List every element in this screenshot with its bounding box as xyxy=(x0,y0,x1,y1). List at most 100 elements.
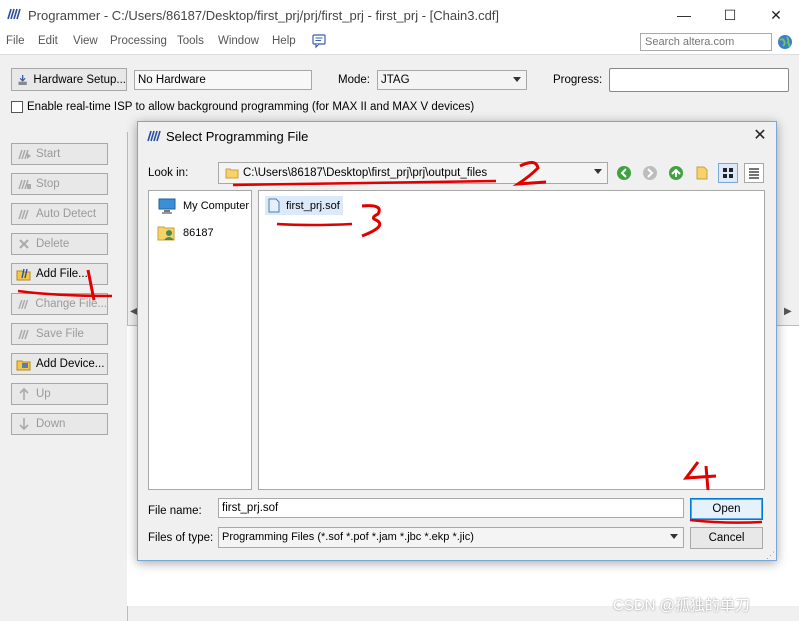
computer-icon xyxy=(158,198,176,214)
place-label: 86187 xyxy=(183,227,214,239)
save-file-icon xyxy=(18,329,29,340)
file-name-input[interactable] xyxy=(218,498,684,518)
change-file-label: Change File... xyxy=(35,298,107,310)
file-type-select[interactable]: Programming Files (*.sof *.pof *.jam *.j… xyxy=(218,527,684,548)
add-device-icon xyxy=(16,360,31,371)
change-file-icon xyxy=(18,299,29,310)
look-in-combo[interactable]: C:\Users\86187\Desktop\first_prj\prj\out… xyxy=(218,162,608,184)
down-label: Down xyxy=(36,418,66,430)
save-file-button[interactable]: Save File xyxy=(11,323,108,345)
minimize-button[interactable]: — xyxy=(661,0,707,30)
details-view-icon xyxy=(749,168,759,179)
grid-view-icon xyxy=(723,168,733,178)
place-my-computer[interactable]: My Computer xyxy=(157,197,249,215)
resize-grip-icon[interactable]: ⋰ xyxy=(766,550,775,561)
start-label: Start xyxy=(36,148,61,160)
auto-detect-icon xyxy=(18,209,29,220)
chevron-down-icon xyxy=(513,77,521,82)
down-arrow-icon xyxy=(19,418,29,431)
new-folder-icon[interactable] xyxy=(694,165,710,181)
folder-icon xyxy=(225,168,239,179)
menu-tools[interactable]: Tools xyxy=(177,35,204,47)
hardware-setup-button[interactable]: Hardware Setup... xyxy=(11,68,127,91)
stop-label: Stop xyxy=(36,178,60,190)
file-type-value: Programming Files (*.sof *.pof *.jam *.j… xyxy=(222,531,474,543)
menu-file[interactable]: File xyxy=(6,35,25,47)
mode-label: Mode: xyxy=(338,74,370,86)
place-label: My Computer xyxy=(183,200,250,212)
up-arrow-icon xyxy=(19,387,29,400)
select-programming-file-dialog: Select Programming File ✕ Look in: C:\Us… xyxy=(137,121,777,561)
close-button[interactable]: ✕ xyxy=(753,0,799,30)
quartus-logo-icon xyxy=(7,8,21,20)
up-label: Up xyxy=(36,388,51,400)
chevron-down-icon xyxy=(594,169,602,174)
menu-view[interactable]: View xyxy=(73,35,98,47)
hardware-setup-label: Hardware Setup... xyxy=(33,73,126,86)
title-bar: Programmer - C:/Users/86187/Desktop/firs… xyxy=(0,0,799,30)
delete-button[interactable]: Delete xyxy=(11,233,108,255)
hardware-icon xyxy=(18,74,27,85)
mode-select[interactable]: JTAG xyxy=(377,70,527,90)
up-folder-icon[interactable] xyxy=(668,165,684,181)
search-input[interactable] xyxy=(640,33,772,51)
look-in-label: Look in: xyxy=(148,167,189,179)
isp-checkbox[interactable] xyxy=(11,101,23,113)
look-in-path: C:\Users\86187\Desktop\first_prj\prj\out… xyxy=(243,167,488,179)
file-type-label: Files of type: xyxy=(148,532,214,544)
menu-window[interactable]: Window xyxy=(218,35,259,47)
start-button[interactable]: Start xyxy=(11,143,108,165)
change-file-button[interactable]: Change File... xyxy=(11,293,108,315)
progress-bar xyxy=(609,68,789,92)
open-label: Open xyxy=(712,503,741,515)
cancel-label: Cancel xyxy=(708,532,745,544)
forward-icon[interactable] xyxy=(642,165,658,181)
window-title: Programmer - C:/Users/86187/Desktop/firs… xyxy=(28,8,500,23)
list-view-button[interactable] xyxy=(718,163,738,183)
file-icon xyxy=(268,198,280,213)
auto-detect-label: Auto Detect xyxy=(36,208,97,220)
add-file-button[interactable]: Add File... xyxy=(11,263,108,285)
delete-label: Delete xyxy=(36,238,70,250)
up-button[interactable]: Up xyxy=(11,383,108,405)
feedback-icon[interactable] xyxy=(311,33,327,49)
add-device-button[interactable]: Add Device... xyxy=(11,353,108,375)
add-device-label: Add Device... xyxy=(36,358,105,370)
save-file-label: Save File xyxy=(36,328,84,340)
detail-view-button[interactable] xyxy=(744,163,764,183)
file-name: first_prj.sof xyxy=(286,199,340,212)
places-sidebar: My Computer 86187 xyxy=(148,190,252,490)
stop-icon xyxy=(18,179,31,190)
dialog-close-button[interactable]: ✕ xyxy=(746,124,774,148)
maximize-button[interactable]: ☐ xyxy=(707,0,753,30)
place-user-folder[interactable]: 86187 xyxy=(157,223,214,243)
progress-label: Progress: xyxy=(553,74,603,86)
file-list: first_prj.sof xyxy=(258,190,765,490)
hardware-field: No Hardware xyxy=(134,70,312,90)
cancel-button[interactable]: Cancel xyxy=(690,527,763,549)
stop-button[interactable]: Stop xyxy=(11,173,108,195)
dialog-title: Select Programming File xyxy=(166,129,309,144)
watermark: CSDN @孤独的单刀 xyxy=(613,597,750,614)
start-icon xyxy=(18,149,31,160)
left-panel: Start Stop Auto Detect Delete Add File..… xyxy=(0,132,128,621)
delete-icon xyxy=(19,239,29,249)
down-button[interactable]: Down xyxy=(11,413,108,435)
mode-value: JTAG xyxy=(381,74,410,86)
chevron-down-icon xyxy=(670,534,678,539)
globe-icon[interactable] xyxy=(777,34,793,50)
menu-edit[interactable]: Edit xyxy=(38,35,58,47)
file-name-label: File name: xyxy=(148,505,202,517)
file-item-first-prj-sof[interactable]: first_prj.sof xyxy=(265,196,343,215)
add-file-label: Add File... xyxy=(36,268,88,280)
add-file-icon xyxy=(16,268,31,281)
isp-label: Enable real-time ISP to allow background… xyxy=(27,101,475,113)
open-button[interactable]: Open xyxy=(690,498,763,520)
quartus-logo-icon xyxy=(147,130,161,142)
menu-help[interactable]: Help xyxy=(272,35,296,47)
chevron-right-icon[interactable]: ▶ xyxy=(784,306,792,317)
user-folder-icon xyxy=(157,226,175,241)
back-icon[interactable] xyxy=(616,165,632,181)
auto-detect-button[interactable]: Auto Detect xyxy=(11,203,108,225)
menu-processing[interactable]: Processing xyxy=(110,35,167,47)
